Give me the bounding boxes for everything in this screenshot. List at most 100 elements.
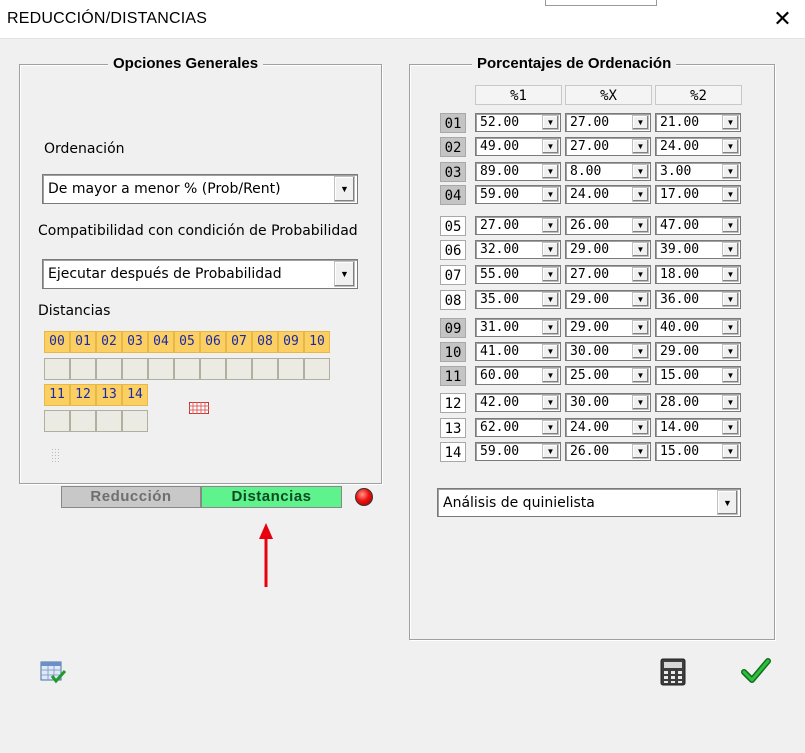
percentage-select[interactable]: 18.00 ▼ (655, 265, 741, 284)
chevron-down-icon[interactable]: ▼ (542, 420, 559, 435)
chevron-down-icon[interactable]: ▼ (542, 344, 559, 359)
chevron-down-icon[interactable]: ▼ (632, 395, 649, 410)
percentage-select[interactable]: 36.00 ▼ (655, 290, 741, 309)
chevron-down-icon[interactable]: ▼ (542, 139, 559, 154)
percentage-select[interactable]: 24.00 ▼ (565, 185, 651, 204)
distance-value-cell[interactable] (174, 358, 200, 380)
percentage-select[interactable]: 27.00 ▼ (565, 265, 651, 284)
percentage-select[interactable]: 30.00 ▼ (565, 393, 651, 412)
close-button[interactable]: ✕ (760, 0, 805, 38)
percentage-select[interactable]: 89.00 ▼ (475, 162, 561, 181)
chevron-down-icon[interactable]: ▼ (632, 164, 649, 179)
chevron-down-icon[interactable]: ▼ (722, 320, 739, 335)
chevron-down-icon[interactable]: ▼ (632, 187, 649, 202)
percentage-select[interactable]: 27.00 ▼ (475, 216, 561, 235)
distance-value-cell[interactable] (96, 410, 122, 432)
checkmark-icon[interactable] (741, 658, 771, 684)
distance-cell[interactable]: 00 (44, 331, 70, 353)
grid-pattern-icon[interactable] (189, 401, 209, 414)
percentage-select[interactable]: 29.00 ▼ (565, 290, 651, 309)
distance-cell[interactable]: 10 (304, 331, 330, 353)
tab-distancias[interactable]: Distancias (201, 486, 342, 508)
distance-value-cell[interactable] (44, 410, 70, 432)
chevron-down-icon[interactable]: ▼ (632, 218, 649, 233)
chevron-down-icon[interactable]: ▼ (632, 344, 649, 359)
distance-cell[interactable]: 06 (200, 331, 226, 353)
percentage-select[interactable]: 28.00 ▼ (655, 393, 741, 412)
chevron-down-icon[interactable]: ▼ (542, 444, 559, 459)
chevron-down-icon[interactable]: ▼ (632, 320, 649, 335)
distance-value-cell[interactable] (278, 358, 304, 380)
distance-value-cell[interactable] (96, 358, 122, 380)
percentage-select[interactable]: 32.00 ▼ (475, 240, 561, 259)
distance-value-cell[interactable] (70, 358, 96, 380)
distance-cell[interactable]: 11 (44, 384, 70, 406)
chevron-down-icon[interactable]: ▼ (722, 164, 739, 179)
calculator-icon[interactable] (660, 658, 686, 686)
percentage-select[interactable]: 26.00 ▼ (565, 216, 651, 235)
percentage-select[interactable]: 29.00 ▼ (565, 240, 651, 259)
status-led-icon[interactable] (355, 488, 373, 506)
chevron-down-icon[interactable]: ▼ (542, 164, 559, 179)
distance-cell[interactable]: 03 (122, 331, 148, 353)
chevron-down-icon[interactable]: ▼ (334, 261, 355, 287)
chevron-down-icon[interactable]: ▼ (632, 444, 649, 459)
chevron-down-icon[interactable]: ▼ (722, 344, 739, 359)
percentage-select[interactable]: 27.00 ▼ (565, 113, 651, 132)
percentage-select[interactable]: 3.00 ▼ (655, 162, 741, 181)
percentage-select[interactable]: 14.00 ▼ (655, 418, 741, 437)
chevron-down-icon[interactable]: ▼ (632, 420, 649, 435)
percentage-select[interactable]: 60.00 ▼ (475, 366, 561, 385)
distance-cell[interactable]: 04 (148, 331, 174, 353)
percentage-select[interactable]: 8.00 ▼ (565, 162, 651, 181)
distance-cell[interactable]: 07 (226, 331, 252, 353)
chevron-down-icon[interactable]: ▼ (722, 139, 739, 154)
chevron-down-icon[interactable]: ▼ (722, 115, 739, 130)
distance-value-cell[interactable] (122, 410, 148, 432)
percentage-select[interactable]: 21.00 ▼ (655, 113, 741, 132)
percentage-select[interactable]: 29.00 ▼ (655, 342, 741, 361)
chevron-down-icon[interactable]: ▼ (722, 218, 739, 233)
chevron-down-icon[interactable]: ▼ (542, 115, 559, 130)
chevron-down-icon[interactable]: ▼ (722, 444, 739, 459)
chevron-down-icon[interactable]: ▼ (632, 368, 649, 383)
percentage-select[interactable]: 25.00 ▼ (565, 366, 651, 385)
distance-value-cell[interactable] (148, 358, 174, 380)
percentage-select[interactable]: 15.00 ▼ (655, 366, 741, 385)
chevron-down-icon[interactable]: ▼ (722, 395, 739, 410)
tab-reduccion[interactable]: Reducción (61, 486, 201, 508)
percentage-select[interactable]: 59.00 ▼ (475, 442, 561, 461)
chevron-down-icon[interactable]: ▼ (722, 420, 739, 435)
percentage-select[interactable]: 24.00 ▼ (565, 418, 651, 437)
percentage-select[interactable]: 27.00 ▼ (565, 137, 651, 156)
chevron-down-icon[interactable]: ▼ (632, 267, 649, 282)
chevron-down-icon[interactable]: ▼ (542, 320, 559, 335)
chevron-down-icon[interactable]: ▼ (542, 218, 559, 233)
percentage-select[interactable]: 47.00 ▼ (655, 216, 741, 235)
percentage-select[interactable]: 59.00 ▼ (475, 185, 561, 204)
distance-cell[interactable]: 13 (96, 384, 122, 406)
chevron-down-icon[interactable]: ▼ (632, 292, 649, 307)
table-edit-icon[interactable] (40, 660, 67, 684)
chevron-down-icon[interactable]: ▼ (722, 292, 739, 307)
distance-cell[interactable]: 14 (122, 384, 148, 406)
chevron-down-icon[interactable]: ▼ (632, 242, 649, 257)
distance-value-cell[interactable] (70, 410, 96, 432)
distance-value-cell[interactable] (122, 358, 148, 380)
percentage-select[interactable]: 31.00 ▼ (475, 318, 561, 337)
chevron-down-icon[interactable]: ▼ (542, 267, 559, 282)
chevron-down-icon[interactable]: ▼ (717, 490, 738, 515)
percentage-select[interactable]: 41.00 ▼ (475, 342, 561, 361)
percentage-select[interactable]: 62.00 ▼ (475, 418, 561, 437)
distance-value-cell[interactable] (252, 358, 278, 380)
percentage-select[interactable]: 52.00 ▼ (475, 113, 561, 132)
distance-value-cell[interactable] (200, 358, 226, 380)
chevron-down-icon[interactable]: ▼ (722, 242, 739, 257)
percentage-select[interactable]: 29.00 ▼ (565, 318, 651, 337)
distance-value-cell[interactable] (304, 358, 330, 380)
percentage-select[interactable]: 42.00 ▼ (475, 393, 561, 412)
chevron-down-icon[interactable]: ▼ (722, 267, 739, 282)
chevron-down-icon[interactable]: ▼ (542, 368, 559, 383)
dotted-handle-icon[interactable] (52, 449, 59, 463)
distance-value-cell[interactable] (226, 358, 252, 380)
